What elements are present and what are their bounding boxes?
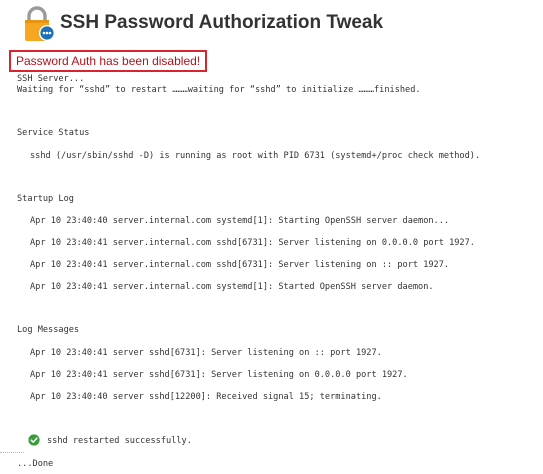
log-message-line: Apr 10 23:40:41 server sshd[6731]: Serve… [30, 348, 382, 358]
ssh-restart-line: Waiting for “sshd” to restart ………waiting… [17, 85, 421, 95]
service-status-line: sshd (/usr/sbin/sshd -D) is running as r… [30, 151, 481, 161]
log-message-line: Apr 10 23:40:40 server sshd[12200]: Rece… [30, 392, 382, 402]
startup-log-line: Apr 10 23:40:41 server.internal.com sshd… [30, 238, 475, 248]
startup-log-line: Apr 10 23:40:41 server.internal.com sshd… [30, 260, 450, 270]
dots-badge-icon [39, 25, 55, 41]
check-circle-icon [28, 434, 40, 446]
status-alert: Password Auth has been disabled! [9, 50, 208, 72]
log-message-line: Apr 10 23:40:41 server sshd[6731]: Serve… [30, 370, 408, 380]
success-message: sshd restarted successfully. [47, 436, 192, 446]
startup-log-line: Apr 10 23:40:40 server.internal.com syst… [30, 216, 450, 226]
ssh-server-line: SSH Server... [17, 74, 85, 84]
lock-icon [25, 6, 55, 41]
startup-log-heading: Startup Log [17, 194, 74, 204]
startup-log-line: Apr 10 23:40:41 server.internal.com syst… [30, 282, 434, 292]
service-status-heading: Service Status [17, 128, 90, 138]
page-title: SSH Password Authorization Tweak [60, 12, 384, 33]
log-messages-heading: Log Messages [17, 325, 80, 335]
done-line: ...Done [17, 459, 54, 469]
divider [0, 452, 24, 453]
